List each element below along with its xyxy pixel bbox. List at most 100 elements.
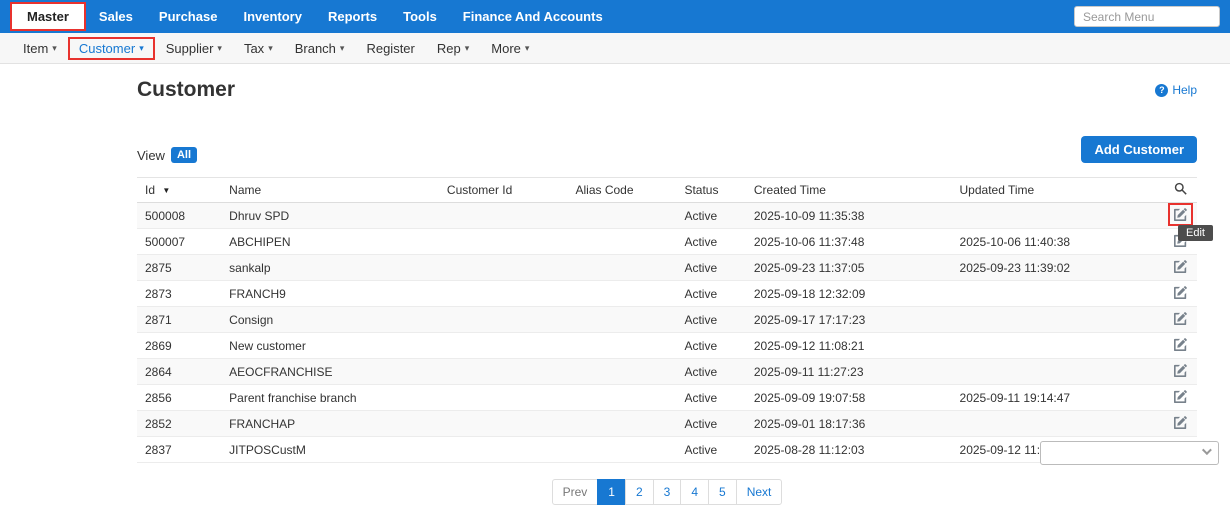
cell-id: 2837 — [137, 437, 221, 463]
nav-inventory[interactable]: Inventory — [230, 1, 315, 32]
view-filter-group: View All — [137, 147, 197, 163]
cell-status: Active — [676, 411, 745, 437]
customer-table: Id ▼ Name Customer Id Alias Code Status … — [137, 177, 1197, 463]
caret-down-icon: ▾ — [525, 44, 530, 53]
column-header-name[interactable]: Name — [221, 178, 439, 203]
edit-button[interactable] — [1172, 207, 1189, 222]
cell-updated-time: 2025-09-11 19:14:47 — [952, 385, 1164, 411]
pagination-page-2[interactable]: 2 — [625, 479, 654, 505]
nav-master[interactable]: Master — [10, 2, 86, 31]
nav-reports[interactable]: Reports — [315, 1, 390, 32]
top-navbar: Master Sales Purchase Inventory Reports … — [0, 0, 1230, 33]
cell-status: Active — [676, 385, 745, 411]
nav-tools[interactable]: Tools — [390, 1, 450, 32]
cell-id: 2856 — [137, 385, 221, 411]
subnav-item-label: Customer — [79, 41, 135, 56]
cell-status: Active — [676, 203, 745, 229]
table-row: 2875 sankalp Active 2025-09-23 11:37:05 … — [137, 255, 1197, 281]
table-row: 2871 Consign Active 2025-09-17 17:17:23 — [137, 307, 1197, 333]
pagination-page-4[interactable]: 4 — [680, 479, 709, 505]
cell-created-time: 2025-10-06 11:37:48 — [746, 229, 952, 255]
table-row: 2837 JITPOSCustM Active 2025-08-28 11:12… — [137, 437, 1197, 463]
cell-customer-id — [439, 255, 568, 281]
subnav-item-label: Supplier — [166, 41, 214, 56]
subnav-item-branch[interactable]: Branch ▾ — [284, 37, 356, 60]
subnav-item-rep[interactable]: Rep ▾ — [426, 37, 480, 60]
cell-created-time: 2025-08-28 11:12:03 — [746, 437, 952, 463]
menu-search-input[interactable] — [1074, 6, 1220, 27]
cell-status: Active — [676, 281, 745, 307]
cell-customer-id — [439, 385, 568, 411]
cell-status: Active — [676, 307, 745, 333]
edit-button[interactable] — [1172, 311, 1189, 326]
subnav-item-tax[interactable]: Tax ▾ — [233, 37, 284, 60]
chevron-down-icon — [1202, 445, 1212, 455]
cell-created-time: 2025-09-18 12:32:09 — [746, 281, 952, 307]
search-icon — [1174, 182, 1187, 195]
edit-icon — [1174, 286, 1187, 299]
subnav-item-label: More — [491, 41, 521, 56]
view-label: View — [137, 148, 165, 163]
edit-button[interactable] — [1172, 389, 1189, 404]
edit-button[interactable] — [1172, 285, 1189, 300]
cell-name: Dhruv SPD — [221, 203, 439, 229]
column-header-id[interactable]: Id ▼ — [137, 178, 221, 203]
subnav-item-register[interactable]: Register — [355, 37, 425, 60]
subnav-item-item[interactable]: Item ▾ — [12, 37, 68, 60]
view-all-badge[interactable]: All — [171, 147, 197, 163]
column-header-created-time[interactable]: Created Time — [746, 178, 952, 203]
table-row: 2873 FRANCH9 Active 2025-09-18 12:32:09 — [137, 281, 1197, 307]
cell-alias-code — [568, 385, 677, 411]
subnav-item-label: Branch — [295, 41, 336, 56]
cell-id: 2875 — [137, 255, 221, 281]
caret-down-icon: ▾ — [465, 44, 470, 53]
add-customer-button[interactable]: Add Customer — [1081, 136, 1197, 163]
cell-updated-time: 2025-09-23 11:39:02 — [952, 255, 1164, 281]
cell-status: Active — [676, 333, 745, 359]
cell-alias-code — [568, 229, 677, 255]
edit-button[interactable] — [1172, 337, 1189, 352]
cell-created-time: 2025-09-12 11:08:21 — [746, 333, 952, 359]
cell-status: Active — [676, 229, 745, 255]
subnav-item-supplier[interactable]: Supplier ▾ — [155, 37, 233, 60]
pagination-page-5[interactable]: 5 — [708, 479, 737, 505]
table-row: 2869 New customer Active 2025-09-12 11:0… — [137, 333, 1197, 359]
nav-sales[interactable]: Sales — [86, 1, 146, 32]
help-link[interactable]: ? Help — [1155, 83, 1197, 97]
column-header-updated-time[interactable]: Updated Time — [952, 178, 1164, 203]
cell-alias-code — [568, 437, 677, 463]
subnav-item-more[interactable]: More ▾ — [480, 37, 540, 60]
cell-alias-code — [568, 359, 677, 385]
edit-button[interactable] — [1172, 259, 1189, 274]
pagination-prev[interactable]: Prev — [552, 479, 599, 505]
cell-alias-code — [568, 307, 677, 333]
cell-id: 2852 — [137, 411, 221, 437]
help-icon: ? — [1155, 84, 1168, 97]
edit-button[interactable] — [1172, 415, 1189, 430]
footer-select[interactable] — [1040, 441, 1219, 465]
table-search-toggle[interactable] — [1164, 178, 1197, 203]
subnav-item-customer[interactable]: Customer ▾ — [68, 37, 155, 60]
subnav-item-label: Rep — [437, 41, 461, 56]
caret-down-icon: ▾ — [340, 44, 345, 53]
cell-name: New customer — [221, 333, 439, 359]
edit-icon — [1174, 338, 1187, 351]
column-header-customer-id[interactable]: Customer Id — [439, 178, 568, 203]
pagination-page-1[interactable]: 1 — [597, 479, 626, 505]
pagination: Prev 1 2 3 4 5 Next — [137, 479, 1197, 505]
nav-purchase[interactable]: Purchase — [146, 1, 231, 32]
cell-customer-id — [439, 437, 568, 463]
nav-finance-and-accounts[interactable]: Finance And Accounts — [450, 1, 616, 32]
edit-button[interactable] — [1172, 363, 1189, 378]
column-header-status[interactable]: Status — [676, 178, 745, 203]
column-header-alias-code[interactable]: Alias Code — [568, 178, 677, 203]
cell-status: Active — [676, 437, 745, 463]
cell-name: FRANCHAP — [221, 411, 439, 437]
cell-customer-id — [439, 333, 568, 359]
cell-id: 2869 — [137, 333, 221, 359]
pagination-next[interactable]: Next — [736, 479, 783, 505]
cell-created-time: 2025-09-11 11:27:23 — [746, 359, 952, 385]
pagination-page-3[interactable]: 3 — [653, 479, 682, 505]
cell-updated-time — [952, 411, 1164, 437]
table-row: 500007 ABCHIPEN Active 2025-10-06 11:37:… — [137, 229, 1197, 255]
